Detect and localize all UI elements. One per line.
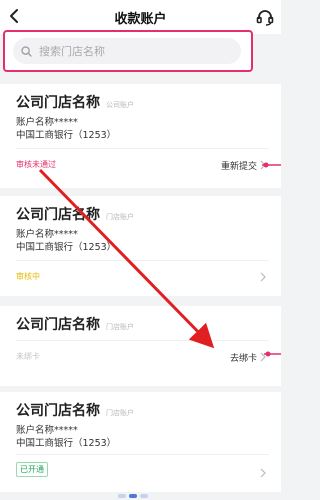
store-title-row: 公司门店名称 门店账户 (16, 400, 134, 420)
search-input[interactable] (37, 43, 221, 59)
status-label-open: 已开通 (16, 462, 48, 477)
search-highlight-box (3, 30, 253, 72)
chevron-right-icon[interactable] (260, 352, 266, 362)
account-name: 账户名称***** (16, 425, 78, 436)
store-title-row: 公司门店名称 门店账户 (16, 204, 134, 224)
account-card-4[interactable]: 公司门店名称 门店账户 账户名称***** 中国工商银行（1253） 已开通 (0, 392, 281, 492)
store-name: 公司门店名称 (16, 207, 100, 223)
chevron-right-icon[interactable] (260, 160, 266, 170)
store-name: 公司门店名称 (16, 403, 100, 419)
divider (16, 454, 269, 455)
chevron-right-icon[interactable] (260, 272, 266, 282)
account-card-3[interactable]: 公司门店名称 门店账户 未绑卡 去绑卡 (0, 306, 281, 386)
account-name: 账户名称***** (16, 117, 78, 128)
bank-info: 中国工商银行（1253） (16, 130, 117, 141)
account-type-label: 门店账户 (106, 409, 134, 417)
page-dot (140, 494, 148, 498)
account-card-2[interactable]: 公司门店名称 门店账户 账户名称***** 中国工商银行（1253） 审核中 (0, 196, 281, 296)
account-type-label: 公司账户 (106, 101, 134, 109)
account-card-1[interactable]: 公司门店名称 公司账户 账户名称***** 中国工商银行（1253） 审核未通过… (0, 84, 281, 188)
back-chevron-left-icon[interactable] (6, 7, 24, 25)
chevron-right-icon[interactable] (260, 468, 266, 478)
top-nav-bar: 收款账户 (0, 0, 281, 34)
status-label-rejected: 审核未通过 (16, 160, 56, 169)
bank-info: 中国工商银行（1253） (16, 438, 117, 449)
divider (16, 148, 269, 149)
page-dot-active (129, 494, 137, 498)
divider (16, 340, 269, 341)
search-icon (21, 45, 32, 57)
page-indicator (118, 494, 148, 498)
status-label-unbound: 未绑卡 (16, 352, 40, 361)
bank-info: 中国工商银行（1253） (16, 242, 117, 253)
headset-icon[interactable] (255, 7, 275, 27)
page-dot (118, 494, 126, 498)
search-bar[interactable] (13, 38, 241, 64)
status-label-pending: 审核中 (16, 272, 40, 281)
account-type-label: 门店账户 (106, 213, 134, 221)
account-type-label: 门店账户 (106, 323, 134, 331)
store-title-row: 公司门店名称 门店账户 (16, 314, 134, 334)
page-title: 收款账户 (114, 11, 167, 27)
divider (16, 260, 269, 261)
store-name: 公司门店名称 (16, 317, 100, 333)
bind-card-link[interactable]: 去绑卡 (230, 351, 257, 364)
account-name: 账户名称***** (16, 229, 78, 240)
resubmit-link[interactable]: 重新提交 (221, 159, 257, 172)
store-title-row: 公司门店名称 公司账户 (16, 92, 134, 112)
store-name: 公司门店名称 (16, 95, 100, 111)
